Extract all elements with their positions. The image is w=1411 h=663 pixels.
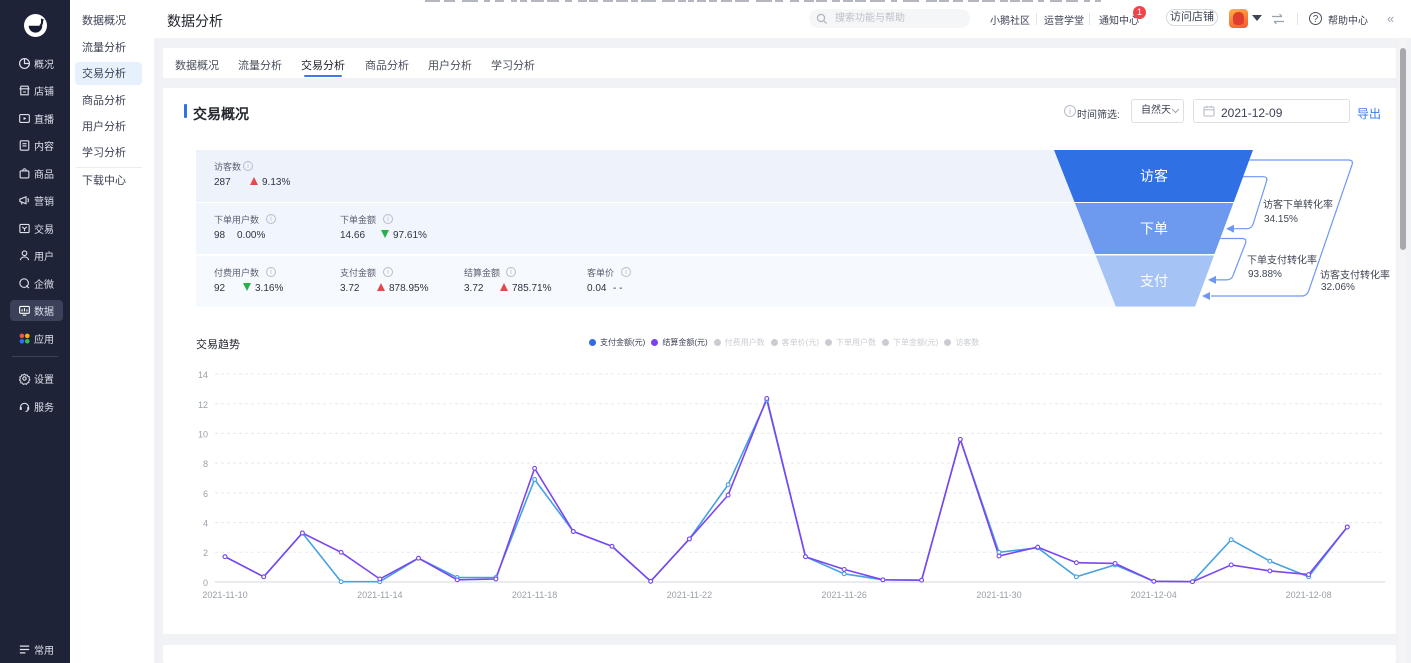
svg-text:2021-12-08: 2021-12-08 — [1286, 590, 1332, 600]
svg-text:0: 0 — [203, 578, 208, 588]
svg-text:6: 6 — [203, 489, 208, 499]
svg-text:支付: 支付 — [1140, 273, 1168, 289]
svg-text:2021-11-26: 2021-11-26 — [822, 590, 867, 600]
svg-text:2021-11-30: 2021-11-30 — [976, 590, 1021, 600]
svg-text:访客下单转化率: 访客下单转化率 — [1263, 198, 1333, 211]
svg-text:下单支付转化率: 下单支付转化率 — [1247, 254, 1317, 267]
svg-text:2021-11-22: 2021-11-22 — [667, 590, 712, 600]
svg-text:8: 8 — [203, 459, 208, 469]
svg-text:34.15%: 34.15% — [1264, 214, 1298, 225]
svg-text:访客: 访客 — [1140, 168, 1168, 184]
svg-text:2021-11-14: 2021-11-14 — [357, 590, 402, 600]
svg-text:2021-11-10: 2021-11-10 — [202, 590, 247, 600]
svg-text:12: 12 — [198, 400, 208, 410]
svg-text:93.88%: 93.88% — [1248, 269, 1282, 280]
svg-text:4: 4 — [203, 519, 208, 529]
svg-text:2021-11-18: 2021-11-18 — [512, 590, 557, 600]
svg-text:14: 14 — [198, 370, 208, 380]
svg-text:访客支付转化率: 访客支付转化率 — [1320, 269, 1390, 282]
svg-text:下单: 下单 — [1140, 221, 1168, 237]
svg-text:10: 10 — [198, 430, 208, 440]
svg-text:32.06%: 32.06% — [1321, 282, 1355, 293]
svg-text:2: 2 — [203, 548, 208, 558]
svg-text:2021-12-04: 2021-12-04 — [1131, 590, 1177, 600]
